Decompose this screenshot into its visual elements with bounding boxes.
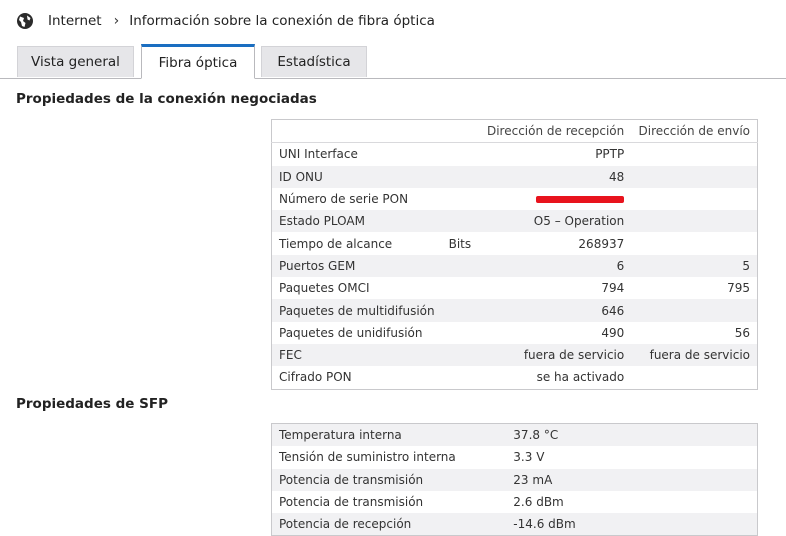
section-title-sfp: Propiedades de SFP [16, 396, 168, 412]
table-row: FEC fuera de servicio fuera de servicio [271, 343, 758, 367]
row-label: Tensión de suministro interna [279, 450, 456, 465]
header-empty [441, 119, 480, 144]
breadcrumb-root[interactable]: Internet [48, 13, 102, 29]
row-label: Paquetes OMCI [279, 281, 370, 296]
row-label: UNI Interface [279, 147, 358, 162]
row-rx: 794 [601, 281, 625, 296]
row-rx: 490 [601, 325, 625, 340]
row-label: Paquetes de unidifusión [279, 325, 423, 340]
row-rx: se ha activado [536, 370, 625, 385]
table-row: Potencia de transmisión 23 mA [271, 468, 758, 491]
globe-icon [16, 12, 34, 30]
row-tx [631, 188, 757, 210]
table-row: Número de serie PON [272, 188, 758, 210]
chevron-right-icon: › [113, 13, 120, 29]
row-unit [442, 322, 480, 344]
row-rx: 48 [479, 165, 632, 188]
row-label: FEC [271, 343, 442, 367]
table-row: Cifrado PON se ha activado [272, 366, 758, 389]
tab-bar: Vista general Fibra óptica Estadística [0, 44, 786, 79]
row-tx [631, 165, 758, 188]
header-empty [271, 119, 442, 144]
row-label: Número de serie PON [279, 192, 409, 207]
row-unit [442, 188, 480, 210]
table-row: Potencia de transmisión 2.6 dBm [272, 491, 758, 513]
breadcrumb: Internet › Información sobre la conexión… [16, 10, 435, 32]
row-rx: 6 [479, 254, 632, 278]
row-tx [631, 232, 757, 254]
row-rx [480, 188, 631, 210]
row-unit [442, 366, 480, 389]
row-unit: Bits [448, 236, 472, 251]
tab-vista-general[interactable]: Vista general [17, 46, 134, 77]
row-unit [442, 143, 480, 166]
tab-estadistica[interactable]: Estadística [261, 46, 367, 77]
row-value: 3.3 V [513, 450, 545, 465]
row-label: Potencia de transmisión [271, 468, 507, 491]
row-tx [631, 210, 758, 233]
row-tx: 56 [734, 325, 750, 340]
row-label: Puertos GEM [271, 254, 442, 278]
section-title-negotiated: Propiedades de la conexión negociadas [16, 91, 317, 107]
row-label: Paquetes de multidifusión [271, 299, 442, 322]
table-row: Puertos GEM 6 5 [271, 254, 758, 278]
redaction-mark [536, 196, 625, 204]
table-row: Paquetes de unidifusión 490 56 [272, 322, 758, 344]
row-label: ID ONU [271, 165, 442, 188]
table-row: ID ONU 48 [271, 165, 758, 188]
table-row: Paquetes de multidifusión 646 [271, 299, 758, 322]
row-label: Potencia de recepción [271, 513, 507, 536]
row-tx: 5 [631, 254, 758, 278]
row-value: 2.6 dBm [513, 495, 564, 510]
sfp-properties-table: Temperatura interna 37.8 °C Tensión de s… [271, 423, 758, 536]
row-label: Potencia de transmisión [279, 495, 424, 510]
row-unit [442, 277, 480, 299]
row-unit [441, 210, 480, 233]
row-rx: PPTP [595, 147, 625, 162]
row-label: Temperatura interna [271, 423, 507, 447]
row-rx: 268937 [578, 236, 625, 251]
row-tx [631, 143, 757, 166]
row-tx [631, 299, 758, 322]
row-unit [441, 254, 480, 278]
row-unit [441, 165, 480, 188]
row-value: 37.8 °C [506, 423, 758, 447]
header-tx: Dirección de envío [631, 119, 758, 144]
row-unit [441, 343, 480, 367]
table-row: Potencia de recepción -14.6 dBm [271, 513, 758, 536]
table-row: Estado PLOAM O5 – Operation [271, 210, 758, 233]
table-row: Temperatura interna 37.8 °C [271, 423, 758, 447]
negotiated-properties-table: Dirección de recepción Dirección de enví… [271, 119, 758, 390]
breadcrumb-current: Información sobre la conexión de fibra ó… [129, 13, 435, 29]
row-tx [631, 366, 757, 389]
row-label: Estado PLOAM [271, 210, 442, 233]
table-row: Tiempo de alcance Bits 268937 [272, 232, 758, 254]
table-header-row: Dirección de recepción Dirección de enví… [271, 119, 758, 144]
table-row: Tensión de suministro interna 3.3 V [272, 446, 758, 468]
table-row: Paquetes OMCI 794 795 [272, 277, 758, 299]
row-tx: 795 [727, 281, 750, 296]
header-rx: Dirección de recepción [479, 119, 632, 144]
row-label: Cifrado PON [279, 370, 352, 385]
row-value: -14.6 dBm [506, 513, 758, 536]
row-tx: fuera de servicio [631, 343, 758, 367]
row-value: 23 mA [506, 468, 758, 491]
row-label: Tiempo de alcance [279, 236, 393, 251]
tab-fibra-optica[interactable]: Fibra óptica [141, 44, 255, 79]
row-rx: fuera de servicio [479, 343, 632, 367]
row-rx: O5 – Operation [479, 210, 632, 233]
row-unit [441, 299, 480, 322]
row-rx: 646 [479, 299, 632, 322]
table-row: UNI Interface PPTP [272, 143, 758, 166]
